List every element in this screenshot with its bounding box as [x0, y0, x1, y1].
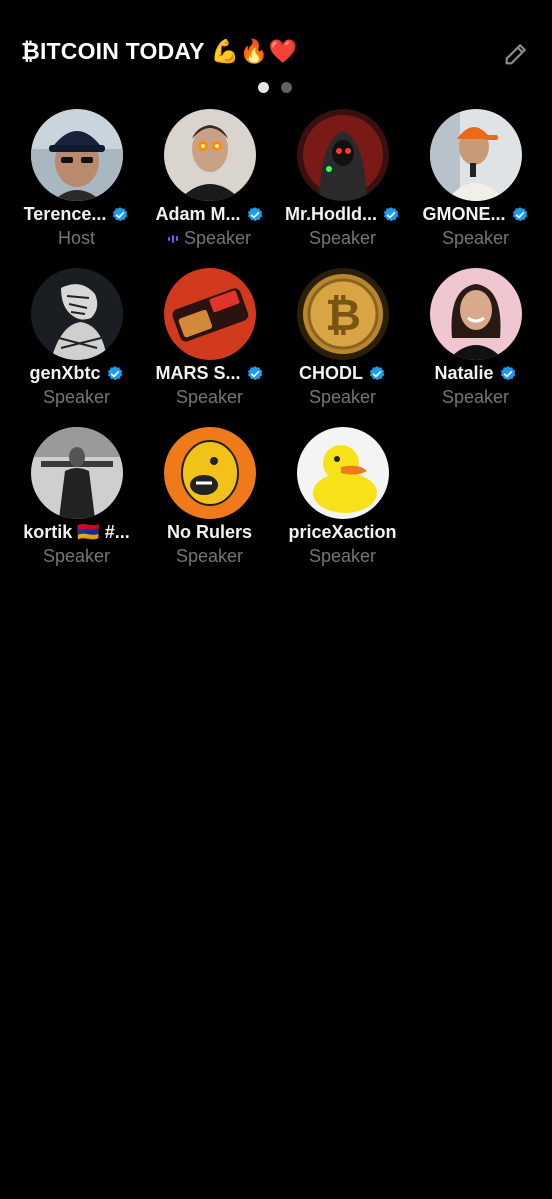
edit-title-button[interactable]	[502, 40, 530, 68]
participant-tile[interactable]: GMONE... Speaker	[409, 108, 542, 267]
participant-role: Speaker	[308, 228, 377, 248]
participant-name: priceXaction	[288, 522, 397, 542]
page-dot-1[interactable]	[258, 82, 269, 93]
verified-badge-icon	[500, 365, 515, 380]
participant-role: Speaker	[308, 387, 377, 407]
participant-tile[interactable]: Adam M... Speaker	[143, 108, 276, 267]
space-header: ₿ITCOIN TODAY 💪🔥❤️	[0, 0, 552, 80]
verified-badge-icon	[247, 365, 262, 380]
cartoon-dog-avatar[interactable]	[164, 427, 256, 519]
space-participants-screen: ₿ITCOIN TODAY 💪🔥❤️ Terence... Host Adam …	[0, 0, 552, 1199]
participant-tile[interactable]: priceXaction Speaker	[276, 426, 409, 585]
participant-name: No Rulers	[166, 522, 253, 542]
page-dot-2[interactable]	[281, 82, 292, 93]
verified-badge-icon	[512, 206, 527, 221]
bitcoin-coin-avatar[interactable]: ₿	[297, 268, 389, 360]
verified-badge-icon	[369, 365, 385, 380]
participant-role: Speaker	[175, 546, 244, 566]
participant-tile[interactable]: genXbtc Speaker	[10, 267, 143, 426]
participant-tile[interactable]: Mr.Hodld... Speaker	[276, 108, 409, 267]
space-title: ₿ITCOIN TODAY 💪🔥❤️	[21, 38, 298, 64]
participant-name: CHODL	[299, 363, 363, 383]
participant-tile[interactable]: No Rulers Speaker	[143, 426, 276, 585]
martial-artist-avatar[interactable]	[31, 427, 123, 519]
man-orange-cap-avatar[interactable]	[430, 109, 522, 201]
participant-role: Speaker	[175, 387, 244, 407]
woman-smiling-avatar[interactable]	[430, 268, 522, 360]
participant-role: Speaker	[441, 387, 510, 407]
participant-tile[interactable]: MARS S... Speaker	[143, 267, 276, 426]
participant-name: Terence...	[23, 204, 107, 224]
participant-role: Speaker	[308, 546, 377, 566]
verified-badge-icon	[107, 365, 122, 380]
participant-name: Natalie	[434, 363, 494, 383]
participant-tile[interactable]: Terence... Host	[10, 108, 143, 267]
bw-sketch-avatar[interactable]	[31, 268, 123, 360]
hooded-figure-red-avatar[interactable]	[297, 109, 389, 201]
page-indicator[interactable]	[258, 82, 292, 94]
verified-badge-icon	[247, 206, 262, 221]
participant-name: MARS S...	[155, 363, 241, 383]
verified-badge-icon	[383, 206, 399, 221]
participant-role: Speaker	[42, 546, 111, 566]
participants-grid: Terence... Host Adam M... Speaker Mr.Hod…	[10, 108, 542, 585]
participant-tile[interactable]: Natalie Speaker	[409, 267, 542, 426]
woman-sunglasses-cap-avatar[interactable]	[31, 109, 123, 201]
participant-role: Speaker	[42, 387, 111, 407]
rubber-duck-avatar[interactable]	[297, 427, 389, 519]
participant-name: Mr.Hodld...	[285, 204, 377, 224]
pencil-icon	[505, 44, 526, 65]
man-laser-eyes-avatar[interactable]	[164, 109, 256, 201]
participant-role: Speaker	[441, 228, 510, 248]
svg-text:₿: ₿	[325, 290, 361, 341]
participant-tile[interactable]: ₿ CHODL Speaker	[276, 267, 409, 426]
candy-bar-avatar[interactable]	[164, 268, 256, 360]
speaking-indicator-icon	[167, 234, 178, 243]
verified-badge-icon	[113, 206, 128, 221]
participant-name: genXbtc	[29, 363, 101, 383]
participant-tile[interactable]: kortik 🇦🇲 #... Speaker	[10, 426, 143, 585]
participant-name: GMONE...	[422, 204, 506, 224]
participant-name: Adam M...	[155, 204, 241, 224]
participant-name: kortik 🇦🇲 #...	[23, 522, 130, 542]
participant-role: Speaker	[183, 228, 252, 248]
participant-role: Host	[57, 228, 95, 248]
